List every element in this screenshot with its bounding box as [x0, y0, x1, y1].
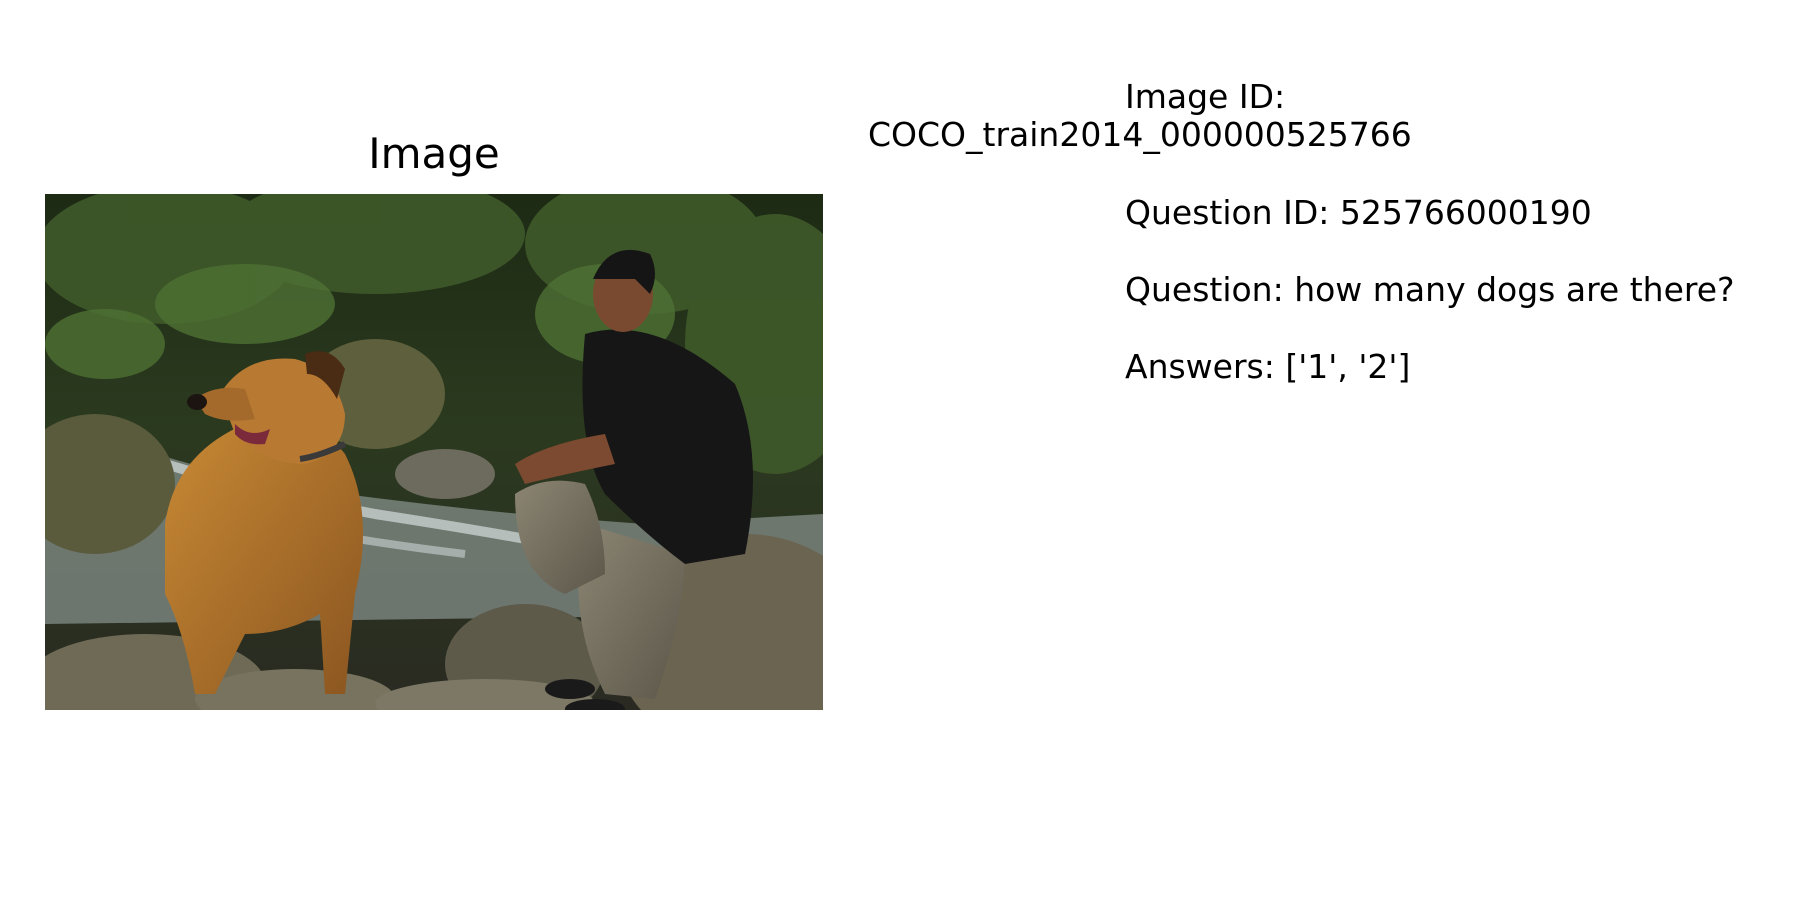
question-text: Question: how many dogs are there? — [1125, 270, 1735, 309]
dog-and-man-photo — [45, 194, 823, 710]
image-id-value: COCO_train2014_000000525766 — [868, 115, 1412, 154]
image-panel-title: Image — [368, 129, 500, 178]
question-id-text: Question ID: 525766000190 — [1125, 193, 1592, 232]
answers-text: Answers: ['1', '2'] — [1125, 347, 1411, 386]
image-id-label: Image ID: — [1125, 77, 1286, 116]
photo-illustration — [45, 194, 823, 710]
